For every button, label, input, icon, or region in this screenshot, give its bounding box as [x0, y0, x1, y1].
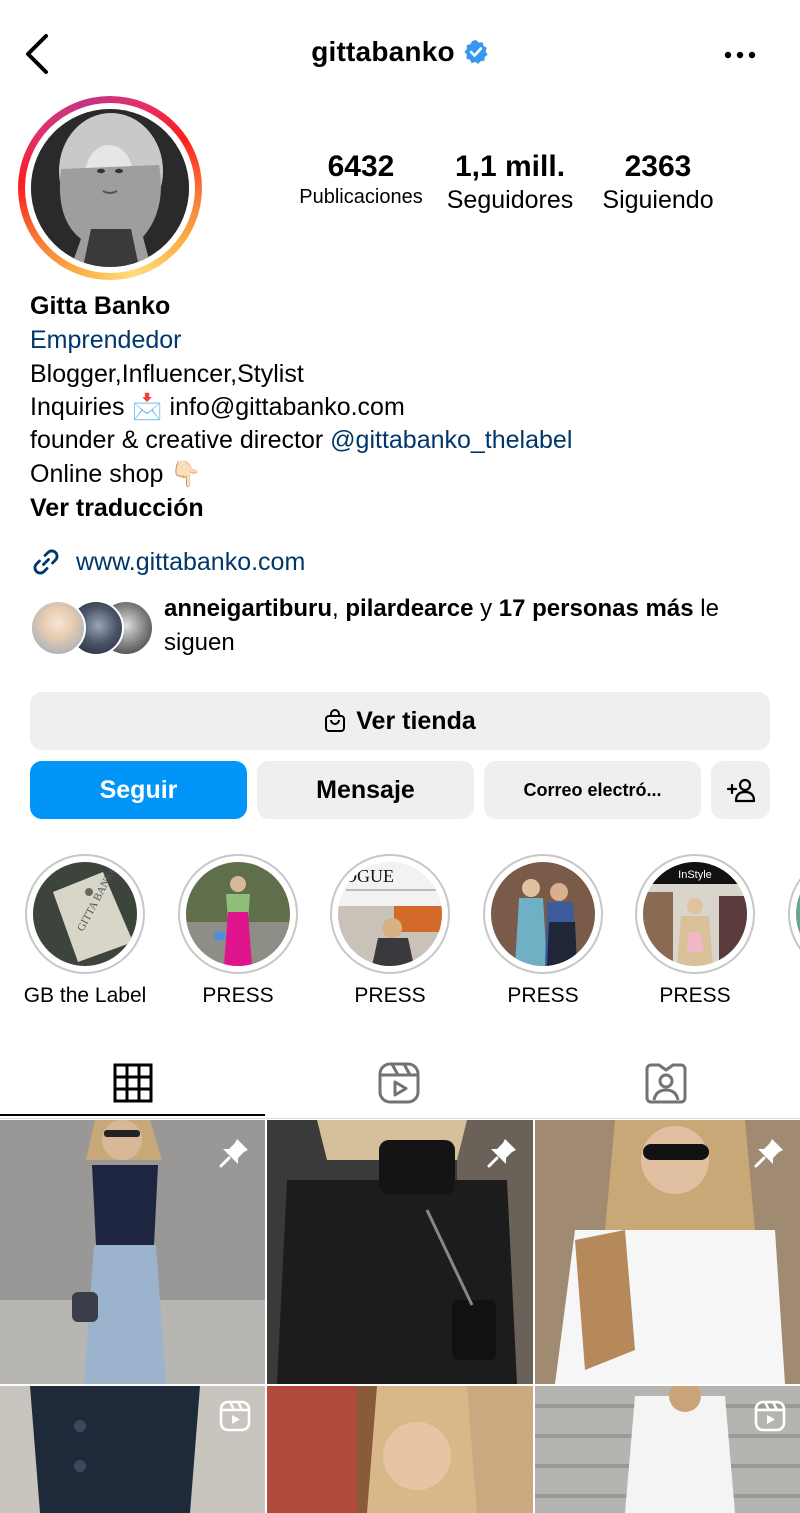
bio-email-text: info@gittabanko.com	[169, 393, 405, 421]
link-icon	[33, 549, 59, 575]
stat-followers-label: Seguidores	[446, 186, 574, 214]
highlight-press-4[interactable]: InStyle PRESS	[619, 854, 771, 1008]
follower-avatar[interactable]	[30, 600, 86, 656]
highlight-label: PRESS	[202, 984, 274, 1007]
tab-divider	[0, 1118, 800, 1119]
bio-line-4: Online shop 👇🏻	[30, 458, 202, 491]
instyle-masthead: InStyle	[678, 869, 712, 881]
tab-posts-grid[interactable]	[0, 1048, 266, 1118]
post-tile[interactable]	[0, 1120, 265, 1384]
website-link[interactable]: www.gittabanko.com	[30, 544, 305, 580]
followed-by-text[interactable]: anneigartiburu, pilardearce y 17 persona…	[164, 592, 784, 660]
stat-followers[interactable]: 1,1 mill. Seguidores	[436, 150, 584, 215]
follow-label: Seguir	[99, 775, 178, 804]
verified-badge-icon	[464, 39, 488, 64]
more-options-icon[interactable]	[718, 40, 762, 70]
reel-icon	[219, 1400, 251, 1432]
bio-inquiries-text: Inquiries	[30, 393, 125, 421]
highlight-label: GB the Label	[23, 984, 147, 1007]
stat-posts-label: Publicaciones	[299, 186, 423, 208]
reels-icon	[378, 1062, 420, 1104]
email-button[interactable]: Correo electró...	[484, 761, 701, 819]
bio-line-1: Blogger,Influencer,Stylist	[30, 360, 304, 388]
pin-icon	[487, 1139, 516, 1168]
bio-line-2: Inquiries 📩 info@gittabanko.com	[30, 391, 405, 424]
envelope-emoji: 📩	[131, 393, 163, 421]
view-shop-label: Ver tienda	[356, 706, 476, 735]
post-image	[267, 1386, 533, 1513]
stat-posts-value: 6432	[327, 150, 395, 183]
post-tile[interactable]	[267, 1120, 533, 1384]
pointing-down-emoji: 👇🏻	[170, 460, 202, 488]
followed-user-2: pilardearce	[345, 595, 474, 622]
highlight-partial[interactable]	[788, 854, 800, 974]
highlight-cover: InStyle	[643, 862, 747, 966]
website-url: www.gittabanko.com	[76, 547, 306, 576]
highlight-press-2[interactable]: OGUE PRESS	[314, 854, 466, 1008]
followed-conjunction: y	[480, 595, 493, 622]
view-shop-button[interactable]: Ver tienda	[30, 692, 770, 750]
add-person-icon	[726, 778, 755, 803]
bio-online-shop-text: Online shop	[30, 460, 164, 488]
post-tile[interactable]	[267, 1386, 533, 1513]
post-tile[interactable]	[535, 1386, 800, 1513]
reel-icon	[754, 1400, 786, 1432]
followed-user-1: anneigartiburu	[164, 595, 333, 622]
email-label: Correo electró...	[523, 779, 662, 800]
shopping-bag-icon	[325, 709, 346, 732]
highlight-cover	[491, 862, 595, 966]
followed-separator: ,	[332, 595, 339, 622]
highlight-cover: OGUE	[338, 862, 442, 966]
message-label: Mensaje	[316, 775, 415, 804]
bio-mention-link[interactable]: @gittabanko_thelabel	[330, 426, 572, 454]
highlight-label: PRESS	[507, 984, 579, 1007]
avatar-photo	[31, 109, 189, 267]
profile-name: Gitta Banko	[30, 292, 171, 320]
username-text: gittabanko	[311, 36, 455, 67]
bio-founder-text: founder & creative director	[30, 426, 324, 454]
stat-following-value: 2363	[624, 150, 692, 183]
post-tile[interactable]	[0, 1386, 265, 1513]
highlight-press-3[interactable]: PRESS	[467, 854, 619, 1008]
highlight-cover	[186, 862, 290, 966]
highlight-label: PRESS	[354, 984, 426, 1007]
highlight-gb-the-label[interactable]: GITTA BANKO GB the Label	[9, 854, 161, 1008]
stat-followers-value: 1,1 mill.	[454, 150, 566, 183]
stat-following[interactable]: 2363 Siguiendo	[590, 150, 726, 215]
pin-icon	[754, 1139, 783, 1168]
translate-link[interactable]: Ver traducción	[30, 492, 204, 525]
stat-posts: 6432 Publicaciones	[290, 150, 432, 209]
followed-others: 17 personas más	[498, 595, 694, 622]
post-tile[interactable]	[535, 1120, 800, 1384]
stat-following-label: Siguiendo	[602, 186, 714, 214]
tab-reels[interactable]	[266, 1048, 532, 1118]
tab-tagged[interactable]	[533, 1048, 799, 1118]
message-button[interactable]: Mensaje	[257, 761, 474, 819]
profile-username-header: gittabanko	[0, 36, 800, 68]
active-tab-indicator	[0, 1114, 265, 1116]
grid-icon	[113, 1063, 153, 1103]
highlight-cover: GITTA BANKO	[33, 862, 137, 966]
highlight-press-1[interactable]: PRESS	[162, 854, 314, 1008]
suggested-people-button[interactable]	[711, 761, 770, 819]
pin-icon	[219, 1139, 248, 1168]
tagged-icon	[645, 1063, 687, 1104]
profile-category: Emprendedor	[30, 326, 182, 354]
bio-line-3: founder & creative director @gittabanko_…	[30, 424, 572, 457]
vogue-masthead: OGUE	[344, 866, 394, 886]
highlight-label: PRESS	[659, 984, 731, 1007]
follow-button[interactable]: Seguir	[30, 761, 247, 819]
profile-avatar[interactable]	[18, 96, 202, 280]
